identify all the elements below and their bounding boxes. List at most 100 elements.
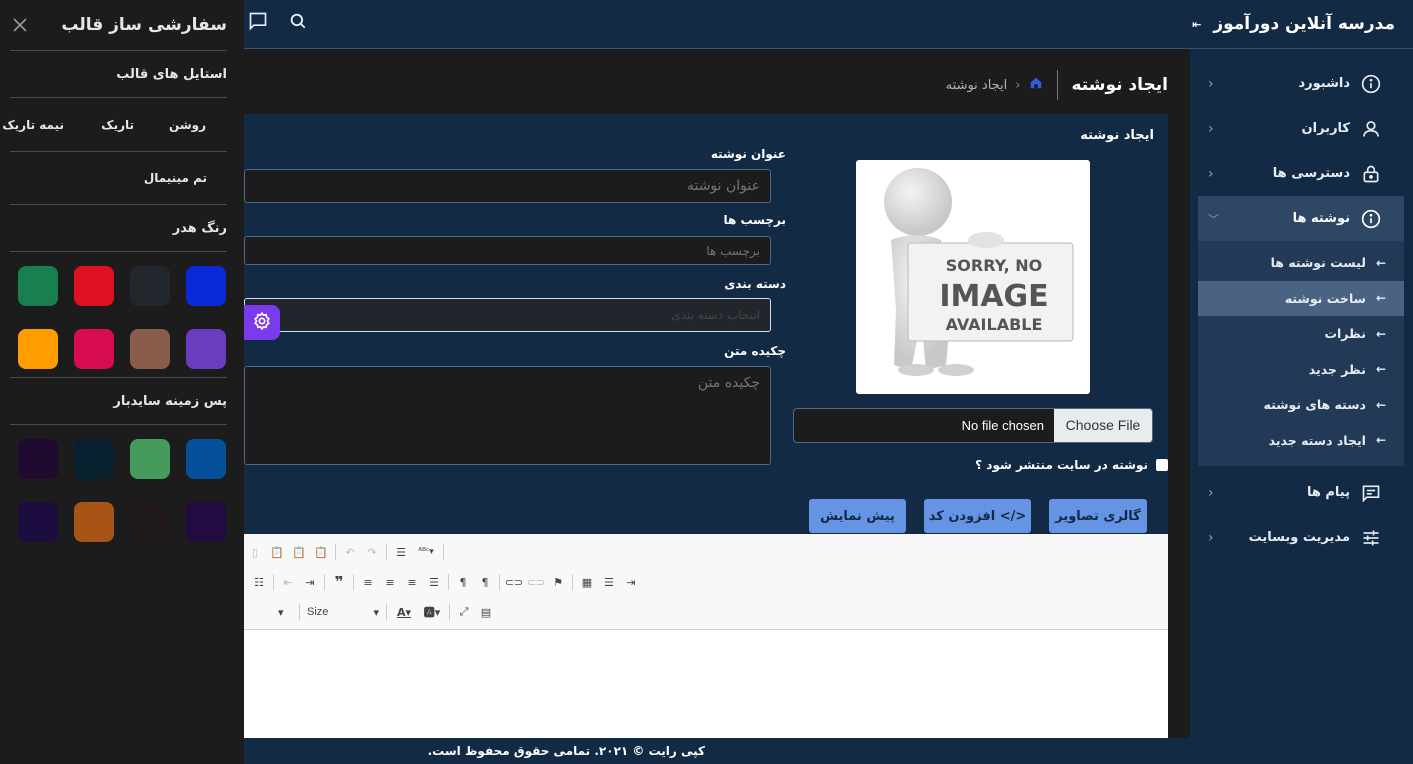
submenu-item-post-list[interactable]: ← لیست نوشته ها (1198, 245, 1404, 281)
toolbar-separator (353, 574, 354, 590)
chat-icon[interactable] (247, 10, 269, 32)
customizer-toggle-button[interactable] (244, 305, 280, 340)
paste-icon[interactable]: 📋 (266, 541, 288, 563)
header-color-swatch[interactable] (18, 266, 58, 306)
chevron-left-icon: ‹ (1208, 120, 1214, 137)
format-combo[interactable]: ▾ (274, 606, 296, 619)
header-color-swatch[interactable] (130, 329, 170, 369)
sidebar-color-swatch[interactable] (186, 439, 226, 479)
home-icon[interactable] (1029, 76, 1043, 94)
preview-button[interactable]: پیش نمایش (809, 499, 906, 533)
blockquote-icon[interactable]: ❞ (328, 571, 350, 593)
spellcheck-icon[interactable]: ᴬᴮᶜ▾ (412, 541, 440, 563)
header-color-swatch[interactable] (186, 266, 226, 306)
background-color-icon[interactable]: 🅰▾ (418, 601, 446, 623)
sidebar-color-swatch[interactable] (74, 502, 114, 542)
header-color-swatch[interactable] (74, 329, 114, 369)
publish-checkbox[interactable] (1156, 459, 1168, 471)
style-options: روشن تاریک نیمه تاریک (0, 98, 244, 151)
excerpt-textarea[interactable] (244, 366, 771, 465)
sidebar-collapse-icon[interactable]: ⇤ (1192, 18, 1201, 31)
anchor-flag-icon[interactable]: ⚑ (547, 571, 569, 593)
redo-icon[interactable]: ↷ (361, 541, 383, 563)
sidebar-item-dashboard[interactable]: داشبورد ‹ (1198, 61, 1404, 106)
sidebar-color-swatch[interactable] (18, 439, 58, 479)
arrow-left-icon: ← (1375, 397, 1386, 412)
sidebar-color-swatch[interactable] (74, 439, 114, 479)
page-break-icon[interactable]: ⇥ (620, 571, 642, 593)
sidebar-color-swatch[interactable] (186, 502, 226, 542)
text-color-icon[interactable]: A▾ (390, 601, 418, 623)
sidebar-item-label: کاربران (1301, 121, 1350, 136)
breadcrumb-separator-icon: ‹ (1015, 77, 1021, 93)
featured-image-placeholder: SORRY, NO IMAGE AVAILABLE (856, 160, 1090, 394)
arrow-left-icon: ← (1375, 326, 1386, 341)
sidebar-item-permissions[interactable]: دسترسی ها ‹ (1198, 151, 1404, 196)
add-code-button[interactable]: افزودن کد </> (924, 499, 1031, 533)
submenu-item-label: ایجاد دسته جدید (1268, 432, 1366, 448)
bulleted-list-icon[interactable]: ☷ (248, 571, 270, 593)
table-icon[interactable]: ▦ (576, 571, 598, 593)
sidebar-item-messages[interactable]: پیام ها ‹ (1198, 470, 1404, 515)
image-file-input[interactable]: No file chosen Choose File (793, 408, 1153, 443)
editor-content-area[interactable] (244, 631, 1168, 738)
header-color-swatch[interactable] (18, 329, 58, 369)
submenu-item-new-comment[interactable]: ← نظر جدید (1198, 352, 1404, 388)
submenu-item-new-category[interactable]: ← ایجاد دسته جدید (1198, 423, 1404, 459)
style-light-option[interactable]: روشن (169, 118, 206, 132)
submenu-item-create-post[interactable]: ← ساخت نوشته (1198, 280, 1404, 316)
horizontal-line-icon[interactable]: ☰ (598, 571, 620, 593)
sidebar-color-swatch[interactable] (130, 439, 170, 479)
image-gallery-button[interactable]: گالری تصاویر (1049, 499, 1147, 533)
align-left-icon[interactable]: ≡ (357, 571, 379, 593)
align-right-icon[interactable]: ≡ (401, 571, 423, 593)
sidebar-color-swatch[interactable] (18, 502, 58, 542)
chevron-left-icon: ‹ (1208, 484, 1214, 501)
outdent-icon[interactable]: ⇤ (277, 571, 299, 593)
header-color-swatch[interactable] (130, 266, 170, 306)
font-size-combo[interactable]: Size ▾ (303, 606, 383, 619)
sidebar-item-website-management[interactable]: مدیریت وبسایت ‹ (1198, 515, 1404, 560)
maximize-icon[interactable]: ⤢ (453, 601, 475, 623)
rtl-icon[interactable]: ¶ (474, 571, 496, 593)
submenu-item-comments[interactable]: ← نظرات (1198, 316, 1404, 352)
tags-input[interactable] (244, 236, 771, 265)
category-select[interactable]: انتخاب دسته بندی (244, 298, 771, 332)
unlink-icon[interactable]: ⊂⊃ (525, 571, 547, 593)
breadcrumb: ‹ ایجاد نوشته (946, 76, 1043, 94)
ltr-icon[interactable]: ¶ (452, 571, 474, 593)
brand-title: مدرسه آنلاین دورآموز (1213, 14, 1395, 34)
show-blocks-icon[interactable]: ▤ (475, 601, 497, 623)
paste-word-icon[interactable]: 📋 (310, 541, 332, 563)
file-status: No file chosen (961, 418, 1044, 433)
undo-icon[interactable]: ↶ (339, 541, 361, 563)
style-semidark-option[interactable]: نیمه تاریک (2, 118, 64, 132)
link-icon[interactable]: ⊂⊃ (503, 571, 525, 593)
minimal-theme-option[interactable]: تم مینیمال (0, 152, 244, 204)
rich-text-editor: ▯ 📋 📋 📋 ↶ ↷ ☰ ᴬᴮᶜ▾ ☷ ⇤ ⇥ ❞ ≡ ≡ ≡ ☰ ¶ ¶ ⊂… (244, 534, 1168, 738)
align-justify-icon[interactable]: ☰ (423, 571, 445, 593)
no-image-line3: AVAILABLE (946, 315, 1043, 334)
find-replace-icon[interactable]: ☰ (390, 541, 412, 563)
submenu-item-label: نظرات (1324, 326, 1366, 342)
header-color-swatch[interactable] (186, 329, 226, 369)
close-icon[interactable] (10, 15, 30, 35)
search-icon[interactable] (287, 10, 309, 32)
gear-icon (252, 311, 272, 335)
card-title: ایجاد نوشته (1080, 128, 1154, 143)
header-color-swatch[interactable] (74, 266, 114, 306)
paste-text-icon[interactable]: 📋 (288, 541, 310, 563)
copy-icon[interactable]: ▯ (244, 541, 266, 563)
indent-icon[interactable]: ⇥ (299, 571, 321, 593)
sidebar-item-posts[interactable]: نوشته ها ﹀ (1198, 196, 1404, 241)
main-content: ایجاد نوشته ‹ ایجاد نوشته ایجاد نوشته عن… (244, 50, 1190, 764)
submenu-item-post-categories[interactable]: ← دسته های نوشته (1198, 387, 1404, 423)
style-dark-option[interactable]: تاریک (101, 118, 134, 132)
publish-option: نوشته در سایت منتشر شود ؟ (975, 458, 1168, 472)
choose-file-button[interactable]: Choose File (1054, 409, 1152, 442)
title-input[interactable] (244, 169, 771, 203)
footer: کپی رایت © ۲۰۲۱. تمامی حقوق محفوظ است. (244, 738, 1190, 764)
sidebar-item-users[interactable]: کاربران ‹ (1198, 106, 1404, 151)
sidebar-color-swatch[interactable] (130, 502, 170, 542)
align-center-icon[interactable]: ≡ (379, 571, 401, 593)
